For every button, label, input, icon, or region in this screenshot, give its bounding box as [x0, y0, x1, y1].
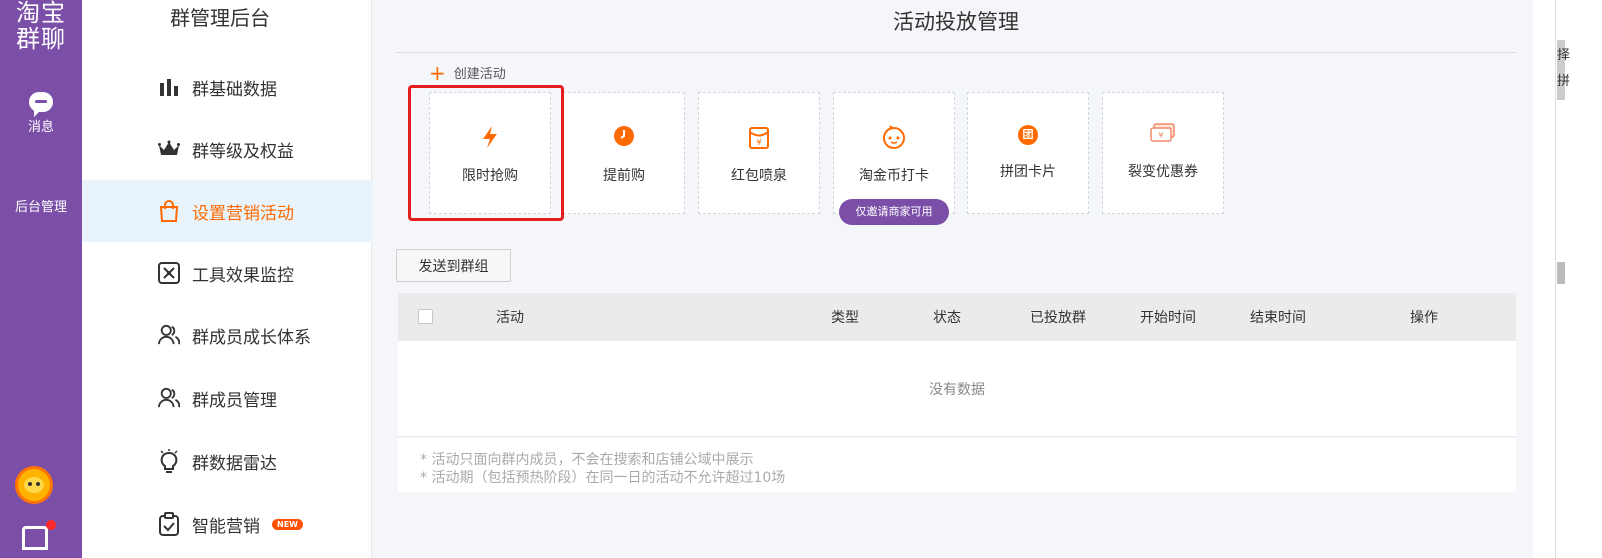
message-icon — [29, 92, 53, 117]
avatar[interactable] — [15, 466, 53, 504]
sidebar-item-members[interactable]: 群成员管理 — [82, 367, 372, 429]
card-label: 提前购 — [603, 168, 645, 184]
note-line: * 活动期（包括预热阶段）在同一日的活动不允许超过10场 — [420, 470, 786, 486]
crown-icon — [158, 138, 180, 160]
send-to-group-button[interactable]: 发送到群组 — [396, 249, 511, 282]
sidebar-item-monitor[interactable]: 工具效果监控 — [82, 242, 372, 304]
sidebar-item-label: 设置营销活动 — [192, 203, 294, 224]
users-icon — [158, 387, 180, 409]
card-label: 限时抢购 — [462, 168, 518, 184]
card-pre-buy[interactable]: 提前购 — [563, 92, 685, 214]
rail-item-admin[interactable]: 后台管理 — [0, 172, 82, 215]
rail-item-label: 消息 — [27, 120, 54, 135]
main-content: 活动投放管理 + 创建活动 限时抢购 提前购 ¥ 红包喷泉 淘金币打卡 团 拼团… — [373, 0, 1533, 558]
app-logo[interactable]: 淘宝 群聊 — [8, 0, 74, 52]
column-groups-sent: 已投放群 — [1030, 310, 1086, 326]
bar-chart-icon — [158, 76, 180, 98]
svg-text:¥: ¥ — [756, 138, 761, 147]
notes: * 活动只面向群内成员，不会在搜索和店铺公域中展示 * 活动期（包括预热阶段）在… — [398, 438, 1516, 492]
sidebar-item-label: 群成员成长体系 — [192, 327, 311, 348]
rail-item-message[interactable]: 消息 — [0, 92, 82, 135]
lightning-icon — [480, 125, 500, 153]
sidebar: 群管理后台 群基础数据 群等级及权益 设置营销活动 工具效果监控 群成员成长体系… — [82, 0, 372, 558]
card-label: 裂变优惠券 — [1128, 164, 1198, 180]
card-label: 淘金币打卡 — [859, 168, 929, 184]
card-coin-checkin[interactable]: 淘金币打卡 — [833, 92, 955, 214]
card-label: 红包喷泉 — [731, 168, 787, 184]
sidebar-item-smart-marketing[interactable]: 智能营销 NEW — [82, 493, 372, 555]
column-activity: 活动 — [496, 310, 524, 326]
invite-only-badge: 仅邀请商家可用 — [839, 199, 949, 225]
column-status: 状态 — [933, 310, 961, 326]
sidebar-item-label: 群基础数据 — [192, 79, 277, 100]
users-icon — [158, 324, 180, 346]
monitor-icon — [158, 262, 180, 284]
lightbulb-icon — [158, 449, 180, 473]
logo-line-1: 淘宝 — [16, 0, 66, 27]
empty-state: 没有数据 — [929, 382, 985, 398]
notification-dot — [46, 520, 56, 530]
left-rail: 淘宝 群聊 消息 后台管理 — [0, 0, 82, 558]
card-fission-coupon[interactable]: ¥ 裂变优惠券 — [1102, 92, 1224, 214]
card-group-buy[interactable]: 团 拼团卡片 — [967, 92, 1089, 214]
shop-icon[interactable] — [22, 526, 48, 550]
create-activity-button[interactable]: + 创建活动 — [429, 60, 506, 85]
card-flash-sale[interactable]: 限时抢购 — [429, 92, 551, 214]
red-envelope-icon: ¥ — [749, 125, 769, 153]
svg-text:¥: ¥ — [1158, 131, 1163, 140]
rail-item-label: 后台管理 — [14, 200, 67, 215]
column-end-time: 结束时间 — [1250, 310, 1306, 326]
card-red-envelope[interactable]: ¥ 红包喷泉 — [698, 92, 820, 214]
scrollbar-handle[interactable] — [1557, 262, 1565, 284]
app-window: 淘宝 群聊 消息 后台管理 群管理后台 群基础数据 群等级及权益 设置营销活动 … — [0, 0, 1602, 558]
bar-chart-icon — [29, 172, 53, 192]
page-title: 活动投放管理 — [893, 10, 1019, 34]
coupon-icon: ¥ — [1150, 123, 1176, 147]
sidebar-item-basic-data[interactable]: 群基础数据 — [82, 56, 372, 118]
clock-icon — [613, 125, 635, 151]
right-panel-edge: 择 拼 — [1533, 0, 1602, 558]
sidebar-item-label: 群成员管理 — [192, 390, 277, 411]
column-actions: 操作 — [1410, 310, 1438, 326]
column-type: 类型 — [831, 310, 859, 326]
plus-icon: + — [429, 60, 446, 85]
sidebar-item-label: 工具效果监控 — [192, 265, 294, 286]
sidebar-title: 群管理后台 — [170, 6, 270, 30]
note-line: * 活动只面向群内成员，不会在搜索和店铺公域中展示 — [420, 452, 754, 468]
table-body: 没有数据 — [398, 341, 1516, 437]
create-activity-label: 创建活动 — [453, 67, 506, 82]
card-label: 拼团卡片 — [1000, 164, 1056, 180]
title-divider — [396, 52, 1516, 53]
select-all-checkbox[interactable] — [418, 309, 433, 324]
clipped-text: 择 — [1557, 48, 1571, 63]
sidebar-item-growth[interactable]: 群成员成长体系 — [82, 304, 372, 366]
sidebar-item-label: 智能营销 — [192, 516, 260, 537]
shopping-bag-icon — [158, 200, 180, 222]
table-header: 活动 类型 状态 已投放群 开始时间 结束时间 操作 — [398, 293, 1516, 341]
clipboard-check-icon — [158, 512, 180, 536]
new-badge: NEW — [272, 518, 303, 530]
sidebar-item-label: 群数据雷达 — [192, 453, 277, 474]
sidebar-item-level-rights[interactable]: 群等级及权益 — [82, 118, 372, 180]
sidebar-item-radar[interactable]: 群数据雷达 — [82, 430, 372, 492]
clipped-text: 拼 — [1557, 74, 1571, 89]
face-icon — [881, 125, 907, 153]
sidebar-item-marketing[interactable]: 设置营销活动 — [82, 180, 372, 242]
group-coin-icon: 团 — [1018, 125, 1038, 145]
panel-divider — [1555, 0, 1556, 558]
sidebar-item-label: 群等级及权益 — [192, 141, 294, 162]
logo-line-2: 群聊 — [16, 25, 66, 53]
column-start-time: 开始时间 — [1140, 310, 1196, 326]
